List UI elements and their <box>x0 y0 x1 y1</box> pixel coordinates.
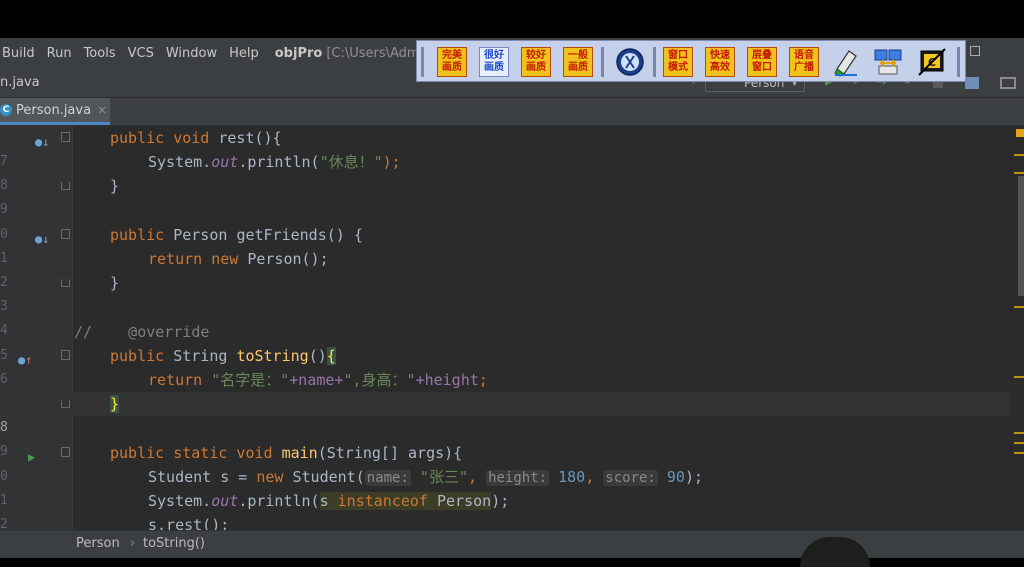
error-stripe-mark[interactable] <box>1014 442 1024 444</box>
top-black-bar <box>0 0 1024 38</box>
project-structure-icon[interactable] <box>965 77 979 89</box>
breadcrumb-method[interactable]: toString() <box>143 536 205 551</box>
code-editor[interactable]: 7 ●↓ public void rest(){ 8 System.out.pr… <box>0 126 1024 530</box>
code-line[interactable]: 3 s.rest(); <box>0 513 1024 530</box>
code-line[interactable]: 7 return "名字是："+name+",身高："+height; <box>0 368 1024 411</box>
tab-person-java[interactable]: C Person.java × <box>0 98 110 125</box>
screen-clean-icon[interactable]: C <box>917 47 947 77</box>
menu-build[interactable]: Build <box>0 46 41 61</box>
menu-window[interactable]: Window <box>160 46 223 61</box>
project-name: objPro <box>274 45 323 61</box>
code-line[interactable]: 0 ▶ public static void main(String[] arg… <box>0 441 1024 484</box>
scrollbar-thumb[interactable] <box>1018 176 1024 296</box>
webcam-overlay <box>800 537 870 567</box>
code-line[interactable]: 3 } <box>0 271 1024 314</box>
code-line[interactable]: 0 <box>0 199 1024 242</box>
warning-indicator-icon[interactable] <box>1016 129 1024 137</box>
toolbar-separator <box>653 47 656 77</box>
error-stripe-mark[interactable] <box>1014 172 1024 174</box>
eraser-icon[interactable] <box>831 47 861 77</box>
code-line[interactable]: 9 <box>0 416 1024 459</box>
breadcrumb-class[interactable]: Person <box>76 536 120 551</box>
quality-normal-button[interactable]: 一般 画质 <box>563 47 593 77</box>
broadcast-toolbar: 完美 画质 很好 画质 较好 画质 一般 画质 窗口 模式 快速 高效 层叠 窗… <box>416 40 966 82</box>
voice-broadcast-button[interactable]: 语音 广播 <box>789 47 819 77</box>
fold-marker[interactable] <box>61 279 70 288</box>
fold-marker[interactable] <box>61 132 70 142</box>
menu-help[interactable]: Help <box>223 46 265 61</box>
menu-tools[interactable]: Tools <box>78 46 122 61</box>
nav-file-crumb[interactable]: n.java <box>0 75 40 90</box>
fold-marker[interactable] <box>61 349 70 360</box>
code-line[interactable]: 5 // @override <box>0 320 1024 363</box>
code-line[interactable]: 9 } <box>0 174 1024 217</box>
fold-marker[interactable] <box>61 182 70 191</box>
toolbar-grip[interactable] <box>421 47 424 77</box>
error-stripe-mark[interactable] <box>1014 154 1024 156</box>
error-stripe-mark[interactable] <box>1014 376 1024 378</box>
code-line[interactable]: 1 Student s = new Student(name: "张三", he… <box>0 465 1024 508</box>
param-hint-height: height: <box>486 469 550 486</box>
quality-good-button[interactable]: 较好 画质 <box>521 47 551 77</box>
menu-vcs[interactable]: VCS <box>122 46 160 61</box>
toolbar-separator <box>601 47 604 77</box>
close-icon[interactable]: × <box>97 103 107 117</box>
tab-label: Person.java <box>16 102 92 118</box>
toolbar-grip[interactable] <box>957 47 960 77</box>
fold-marker[interactable] <box>61 228 70 239</box>
exit-icon[interactable] <box>615 47 645 77</box>
fast-mode-button[interactable]: 快速 高效 <box>705 47 735 77</box>
param-hint-score: score: <box>603 469 658 486</box>
error-stripe-mark[interactable] <box>1014 306 1024 308</box>
error-stripe-mark[interactable] <box>1014 452 1024 454</box>
code-line[interactable]: 7 ●↓ public void rest(){ <box>0 126 1024 169</box>
fold-marker[interactable] <box>61 446 70 457</box>
breadcrumb-separator: › <box>130 536 136 551</box>
error-stripe-mark[interactable] <box>1014 432 1024 434</box>
breadcrumb-bar: Person › toString() <box>0 530 1024 567</box>
code-line[interactable]: 8 System.out.println("休息！"); <box>0 150 1024 193</box>
code-line[interactable]: 1 ●↓ public Person getFriends() { <box>0 223 1024 266</box>
quality-perfect-button[interactable]: 完美 画质 <box>437 47 467 77</box>
transfer-icon[interactable] <box>873 47 903 77</box>
cascade-window-button[interactable]: 层叠 窗口 <box>747 47 777 77</box>
window-mode-button[interactable]: 窗口 模式 <box>663 47 693 77</box>
param-hint-name: name: <box>364 469 411 486</box>
code-line[interactable]: 6 ●↑ public String toString(){ <box>0 344 1024 387</box>
code-line[interactable]: 2 System.out.println(s instanceof Person… <box>0 489 1024 530</box>
code-line[interactable]: 2 return new Person(); <box>0 247 1024 290</box>
restore-window-icon[interactable] <box>970 46 980 56</box>
quality-very-good-button[interactable]: 很好 画质 <box>479 47 509 77</box>
fold-marker[interactable] <box>61 400 70 409</box>
menu-run[interactable]: Run <box>41 46 78 61</box>
java-class-icon: C <box>0 104 12 116</box>
terminal-icon[interactable] <box>1000 77 1016 89</box>
editor-tab-bar: C Person.java × <box>0 98 1024 126</box>
code-line-current[interactable]: 8 } <box>0 392 1024 435</box>
code-line[interactable]: 4 <box>0 295 1024 338</box>
